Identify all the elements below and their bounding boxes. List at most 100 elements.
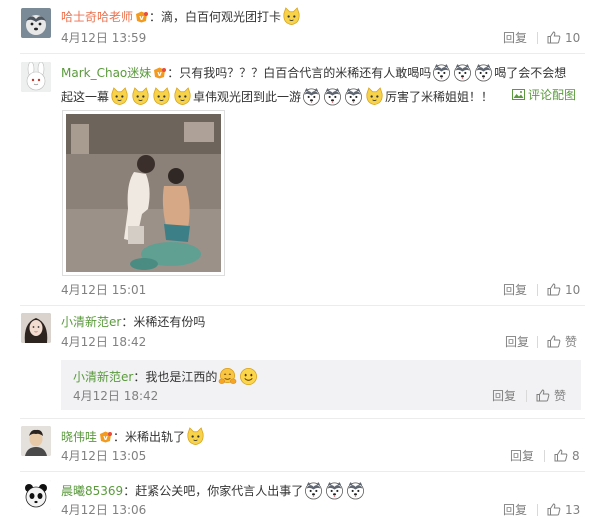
like-label: 赞 [554, 389, 567, 403]
username-link[interactable]: 晓伟哇 [61, 430, 97, 444]
comment-text: 卓伟观光团到此一游 [193, 90, 302, 104]
vip-badge-icon [153, 67, 166, 79]
username-link[interactable]: 小清新范er [73, 370, 133, 384]
cat-face-emoji-icon [152, 87, 171, 106]
husky-face-emoji-icon [325, 481, 344, 500]
comment-text: ：米稀出轨了 [113, 430, 186, 444]
username-link[interactable]: Mark_Chao迷妹 [61, 66, 151, 80]
avatar[interactable] [21, 313, 51, 343]
comment-text: ：滴，白百何观光团打卡 [149, 10, 282, 24]
action-divider [537, 32, 538, 44]
cat-face-emoji-icon [173, 87, 192, 106]
like-button[interactable]: 10 [547, 283, 580, 297]
vip-badge-icon [99, 431, 112, 443]
thumbs-up-icon [554, 449, 568, 462]
reply-button[interactable]: 回复 [503, 503, 527, 517]
like-count: 8 [572, 449, 580, 463]
man-avatar-icon [21, 426, 51, 456]
comment-text: 起这一幕 [61, 90, 110, 104]
comment-text-line: 起这一幕 卓伟观光团到此一游 厉害了米稀姐姐！！ [61, 87, 493, 106]
comment-text: 厉害了米稀姐姐！！ [385, 90, 494, 104]
username-link[interactable]: 小清新范er [61, 315, 121, 329]
like-button[interactable]: 13 [547, 503, 580, 517]
reply-button[interactable]: 回复 [503, 283, 527, 297]
reply-timestamp: 4月12日 18:42 [73, 389, 159, 403]
picture-icon [512, 89, 525, 100]
reply-button[interactable]: 回复 [505, 335, 529, 349]
username-link[interactable]: 晨曦85369 [61, 484, 123, 498]
comment-text: ：赶紧公关吧，你家代言人出事了 [123, 484, 304, 498]
comment-timestamp: 4月12日 15:01 [61, 283, 147, 297]
husky-avatar-icon [21, 8, 51, 38]
cat-face-emoji-icon [186, 427, 205, 446]
thumbs-up-icon [547, 283, 561, 296]
reply-button[interactable]: 回复 [503, 31, 527, 45]
avatar[interactable] [21, 8, 51, 38]
like-count: 10 [565, 31, 581, 45]
like-count: 13 [565, 503, 581, 517]
comment-text: ：米稀还有份吗 [121, 315, 206, 329]
comment-timestamp: 4月12日 18:42 [61, 335, 147, 349]
like-count: 10 [565, 283, 581, 297]
comment-text-line: 哈士奇哈老师 ：滴，白百何观光团打卡 [61, 7, 302, 26]
thumbs-up-icon [536, 389, 550, 402]
like-button[interactable]: 10 [547, 31, 580, 45]
comment-text-line: Mark_Chao迷妹 ：只有我吗？？？白百合代言的米稀还有人敢喝吗 喝了会不会想 [61, 63, 566, 82]
comment-timestamp: 4月12日 13:05 [61, 449, 147, 463]
comment-timestamp: 4月12日 13:59 [61, 31, 147, 45]
view-comment-picture-label: 评论配图 [528, 88, 577, 102]
cat-face-emoji-icon [110, 87, 129, 106]
reply-button[interactable]: 回复 [492, 389, 516, 403]
comment-text-line: 晓伟哇 ：米稀出轨了 [61, 427, 206, 446]
husky-face-emoji-icon [346, 481, 365, 500]
girl-avatar-icon [21, 313, 51, 343]
like-button[interactable]: 赞 [536, 389, 566, 403]
cat-face-emoji-icon [131, 87, 150, 106]
smile-emoji-icon [239, 367, 258, 386]
comment-text-line: 晨曦85369：赶紧公关吧，你家代言人出事了 [61, 481, 366, 500]
reply-button[interactable]: 回复 [510, 449, 534, 463]
husky-face-emoji-icon [323, 87, 342, 106]
username-link[interactable]: 哈士奇哈老师 [61, 10, 133, 24]
husky-face-emoji-icon [302, 87, 321, 106]
comment-text-line: 小清新范er：米稀还有份吗 [61, 314, 205, 330]
action-divider [537, 336, 538, 348]
thumbs-up-icon [547, 335, 561, 348]
rabbit-avatar-icon [21, 62, 51, 92]
comment-divider [20, 418, 585, 419]
husky-face-emoji-icon [453, 63, 472, 82]
like-label: 赞 [565, 335, 578, 349]
thumbs-up-icon [547, 503, 561, 516]
comment-text: 喝了会不会想 [494, 66, 567, 80]
photo-image [66, 114, 221, 272]
reply-text: ：我也是江西的 [133, 370, 218, 384]
avatar[interactable] [21, 62, 51, 92]
avatar[interactable] [21, 426, 51, 456]
action-divider [537, 284, 538, 296]
like-button[interactable]: 赞 [547, 335, 577, 349]
husky-face-emoji-icon [432, 63, 451, 82]
action-divider [537, 504, 538, 516]
cat-face-emoji-icon [365, 87, 384, 106]
comment-text: ：只有我吗？？？白百合代言的米稀还有人敢喝吗 [167, 66, 432, 80]
action-divider [544, 450, 545, 462]
comment-divider [20, 471, 585, 472]
comment-timestamp: 4月12日 13:06 [61, 503, 147, 517]
nested-reply: 小清新范er：我也是江西的 4月12日 18:42 回复 赞 [61, 360, 581, 410]
view-comment-picture-link[interactable]: 评论配图 [512, 88, 576, 102]
panda-avatar-icon [21, 480, 51, 510]
like-button[interactable]: 8 [554, 449, 580, 463]
comment-divider [20, 305, 585, 306]
husky-face-emoji-icon [474, 63, 493, 82]
cat-face-emoji-icon [282, 7, 301, 26]
hug-emoji-icon [218, 367, 237, 386]
comment-photo[interactable] [62, 110, 225, 276]
action-divider [526, 390, 527, 402]
reply-text-line: 小清新范er：我也是江西的 [73, 367, 259, 386]
husky-face-emoji-icon [344, 87, 363, 106]
thumbs-up-icon [547, 31, 561, 44]
comment-divider [20, 53, 585, 54]
avatar[interactable] [21, 480, 51, 510]
vip-badge-icon [135, 11, 148, 23]
husky-face-emoji-icon [304, 481, 323, 500]
